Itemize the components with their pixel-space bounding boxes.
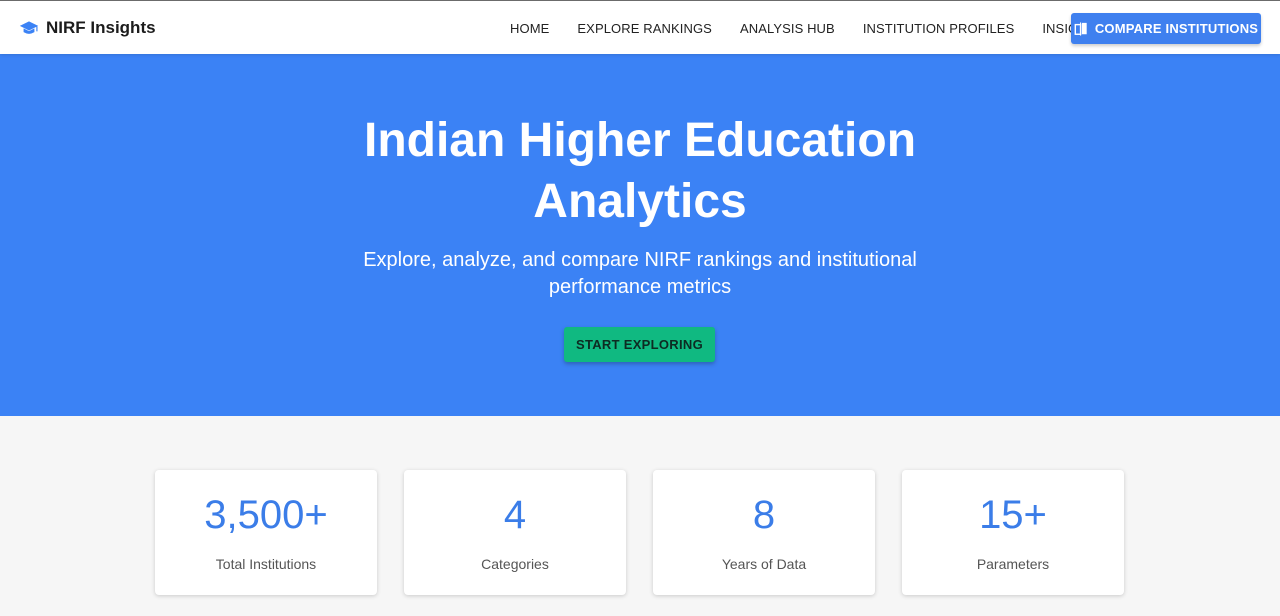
stat-label: Parameters — [976, 556, 1050, 572]
nav-link-home[interactable]: HOME — [496, 21, 563, 36]
stat-value: 3,500+ — [204, 493, 328, 537]
compare-button-label: COMPARE INSTITUTIONS — [1094, 21, 1259, 36]
brand-logo[interactable]: NIRF Insights — [19, 17, 156, 39]
nav-link-explore-rankings[interactable]: EXPLORE RANKINGS — [563, 21, 726, 36]
stat-card-total-institutions: 3,500+ Total Institutions — [155, 470, 377, 595]
stat-value: 15+ — [979, 493, 1047, 537]
hero-title: Indian Higher Education Analytics — [363, 114, 917, 228]
stat-value: 4 — [503, 493, 527, 537]
brand-name: NIRF Insights — [46, 18, 156, 37]
hero-section: Indian Higher Education Analytics Explor… — [0, 54, 1280, 416]
nav-link-institution-profiles[interactable]: INSTITUTION PROFILES — [849, 21, 1029, 36]
hero-subtitle: Explore, analyze, and compare NIRF ranki… — [363, 249, 917, 298]
start-exploring-button[interactable]: START EXPLORING — [564, 327, 715, 362]
stat-label: Years of Data — [721, 556, 807, 572]
stat-value: 8 — [752, 493, 776, 537]
stats-section: 3,500+ Total Institutions 4 Categories 8… — [0, 416, 1280, 616]
top-navbar: NIRF Insights HOME EXPLORE RANKINGS ANAL… — [0, 0, 1280, 54]
main-nav: HOME EXPLORE RANKINGS ANALYSIS HUB INSTI… — [496, 18, 1119, 38]
compare-icon — [1074, 21, 1088, 36]
stat-label: Total Institutions — [215, 556, 317, 572]
graduation-cap-icon — [19, 19, 39, 37]
stat-label: Categories — [481, 556, 549, 572]
nav-link-analysis-hub[interactable]: ANALYSIS HUB — [726, 21, 849, 36]
stat-card-parameters: 15+ Parameters — [902, 470, 1124, 595]
stat-card-categories: 4 Categories — [404, 470, 626, 595]
stat-card-years-of-data: 8 Years of Data — [653, 470, 875, 595]
compare-institutions-button[interactable]: COMPARE INSTITUTIONS — [1071, 13, 1261, 44]
